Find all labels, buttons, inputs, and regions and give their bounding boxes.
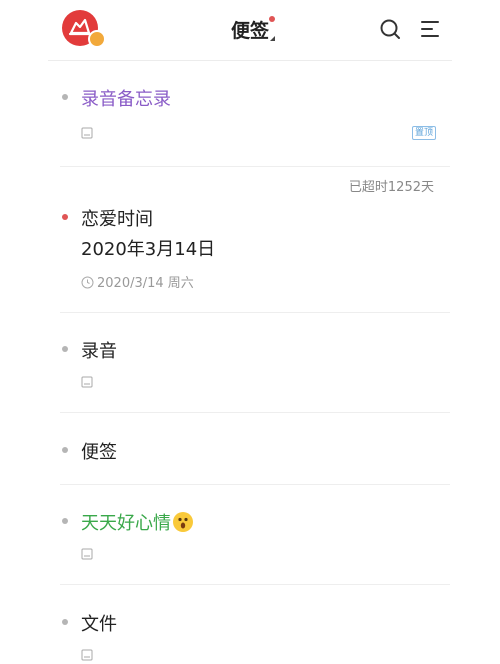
note-title: 恋爱时间 — [81, 209, 153, 230]
note-title: 便签 — [81, 442, 117, 463]
note-title: 天天好心情 — [81, 513, 171, 534]
note-divider — [60, 584, 450, 585]
search-icon — [380, 19, 400, 39]
surprised-face-emoji-icon — [173, 512, 193, 532]
note-title: 录音备忘录 — [81, 89, 171, 110]
attachment-icon — [81, 649, 93, 661]
menu-icon — [421, 21, 439, 37]
header-divider — [48, 60, 452, 61]
note-date-row: 2020/3/14 周六 — [81, 272, 194, 291]
pinned-badge: 置顶 — [412, 126, 437, 140]
attachment-icon — [81, 548, 93, 560]
header: 便签 — [0, 0, 500, 60]
menu-button[interactable] — [418, 17, 442, 41]
note-divider — [60, 412, 450, 413]
note-date: 2020/3/14 周六 — [97, 276, 194, 291]
note-divider — [60, 312, 450, 313]
attachment-icon — [81, 127, 93, 139]
attachment-icon — [81, 376, 93, 388]
note-subtitle: 2020年3月14日 — [81, 239, 216, 260]
clock-icon — [81, 276, 94, 289]
overdue-label: 已超时1252天 — [348, 180, 434, 195]
note-divider — [60, 484, 450, 485]
notes-page: 便签 录音备忘录 置顶 已超时1252天 恋爱时间 2020年3月14日 202… — [0, 0, 500, 664]
note-bullet — [62, 214, 68, 220]
note-title: 录音 — [81, 341, 117, 362]
note-bullet — [62, 346, 68, 352]
note-title: 文件 — [81, 614, 117, 635]
notification-dot-icon — [269, 16, 275, 22]
note-bullet — [62, 518, 68, 524]
note-bullet — [62, 619, 68, 625]
note-title-container: 天天好心情 — [81, 509, 193, 535]
page-title: 便签 — [230, 20, 269, 42]
search-button[interactable] — [378, 17, 402, 41]
note-bullet — [62, 447, 68, 453]
note-divider — [60, 166, 450, 167]
note-bullet — [62, 94, 68, 100]
title-corner-icon — [270, 36, 275, 41]
